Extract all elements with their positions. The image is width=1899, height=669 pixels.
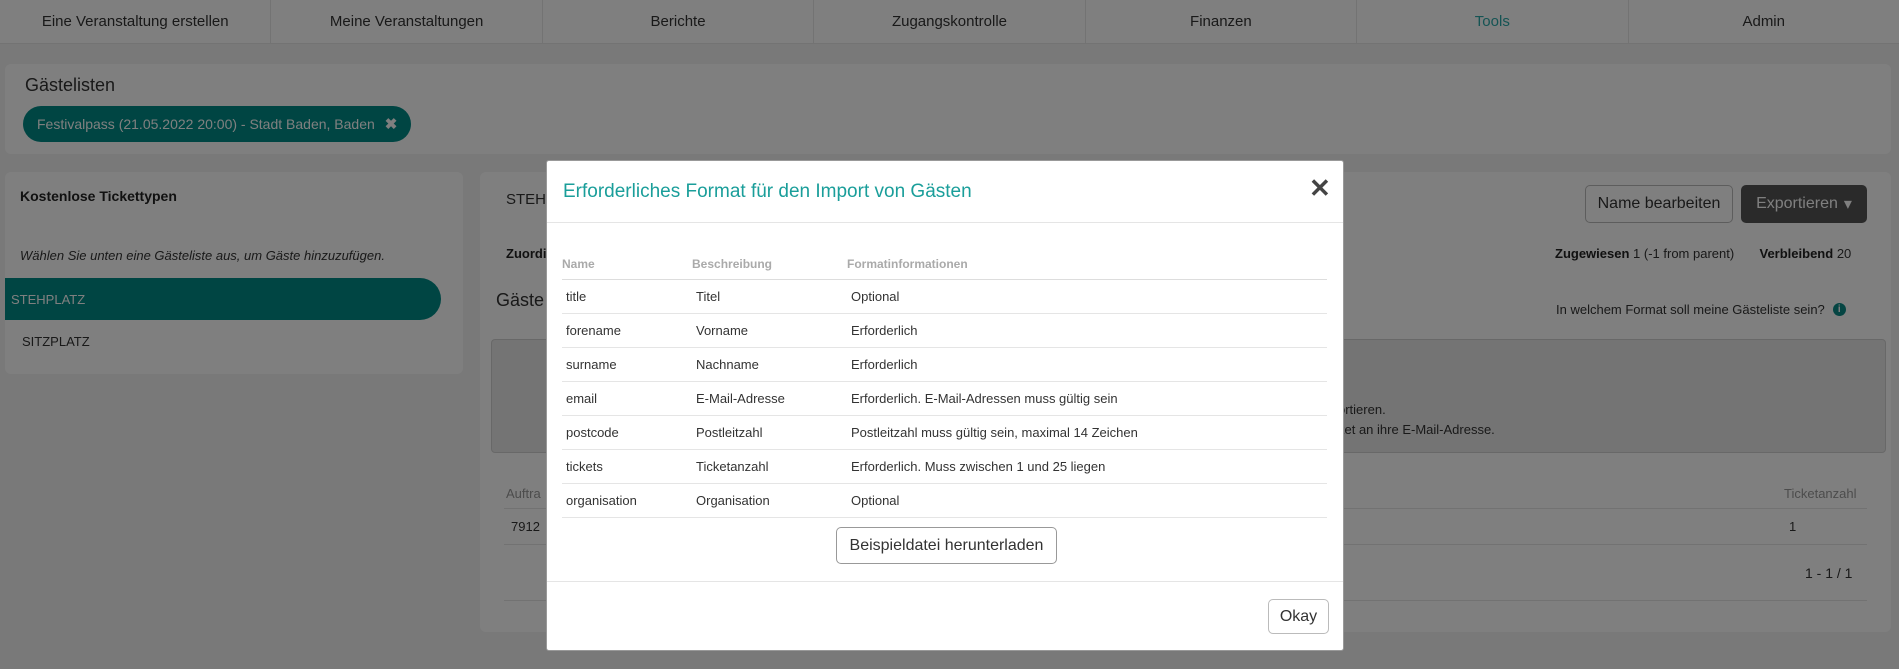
row-description: Ticketanzahl xyxy=(692,449,847,484)
table-row: email E-Mail-Adresse Erforderlich. E-Mai… xyxy=(562,381,1327,416)
row-format: Optional xyxy=(847,279,1327,314)
table-row: title Titel Optional xyxy=(562,279,1327,314)
row-name: forename xyxy=(562,313,692,348)
row-format: Erforderlich xyxy=(847,313,1327,348)
table-row: forename Vorname Erforderlich xyxy=(562,313,1327,348)
format-table: Name Beschreibung Formatinformationen ti… xyxy=(562,249,1327,518)
header-format-info: Formatinformationen xyxy=(847,249,1327,280)
download-sample-button[interactable]: Beispieldatei herunterladen xyxy=(836,527,1057,564)
row-name: title xyxy=(562,279,692,314)
row-format: Erforderlich xyxy=(847,347,1327,382)
divider xyxy=(547,581,1343,582)
table-row: surname Nachname Erforderlich xyxy=(562,347,1327,382)
row-description: E-Mail-Adresse xyxy=(692,381,847,416)
modal-title: Erforderliches Format für den Import von… xyxy=(563,181,972,202)
table-header-row: Name Beschreibung Formatinformationen xyxy=(562,249,1327,280)
table-row: tickets Ticketanzahl Erforderlich. Muss … xyxy=(562,449,1327,484)
row-name: tickets xyxy=(562,449,692,484)
header-description: Beschreibung xyxy=(692,249,847,280)
close-icon[interactable]: ✕ xyxy=(1309,175,1331,201)
row-format: Erforderlich. Muss zwischen 1 und 25 lie… xyxy=(847,449,1327,484)
row-name: surname xyxy=(562,347,692,382)
row-description: Organisation xyxy=(692,483,847,518)
header-name: Name xyxy=(562,249,692,280)
row-description: Postleitzahl xyxy=(692,415,847,450)
row-name: email xyxy=(562,381,692,416)
row-format: Erforderlich. E-Mail-Adressen muss gülti… xyxy=(847,381,1327,416)
row-description: Vorname xyxy=(692,313,847,348)
row-description: Nachname xyxy=(692,347,847,382)
row-format: Optional xyxy=(847,483,1327,518)
row-name: organisation xyxy=(562,483,692,518)
import-format-modal: Erforderliches Format für den Import von… xyxy=(546,160,1344,651)
divider xyxy=(547,222,1343,223)
row-description: Titel xyxy=(692,279,847,314)
row-format: Postleitzahl muss gültig sein, maximal 1… xyxy=(847,415,1327,450)
table-row: postcode Postleitzahl Postleitzahl muss … xyxy=(562,415,1327,450)
table-row: organisation Organisation Optional xyxy=(562,483,1327,518)
row-name: postcode xyxy=(562,415,692,450)
okay-button[interactable]: Okay xyxy=(1268,599,1329,634)
